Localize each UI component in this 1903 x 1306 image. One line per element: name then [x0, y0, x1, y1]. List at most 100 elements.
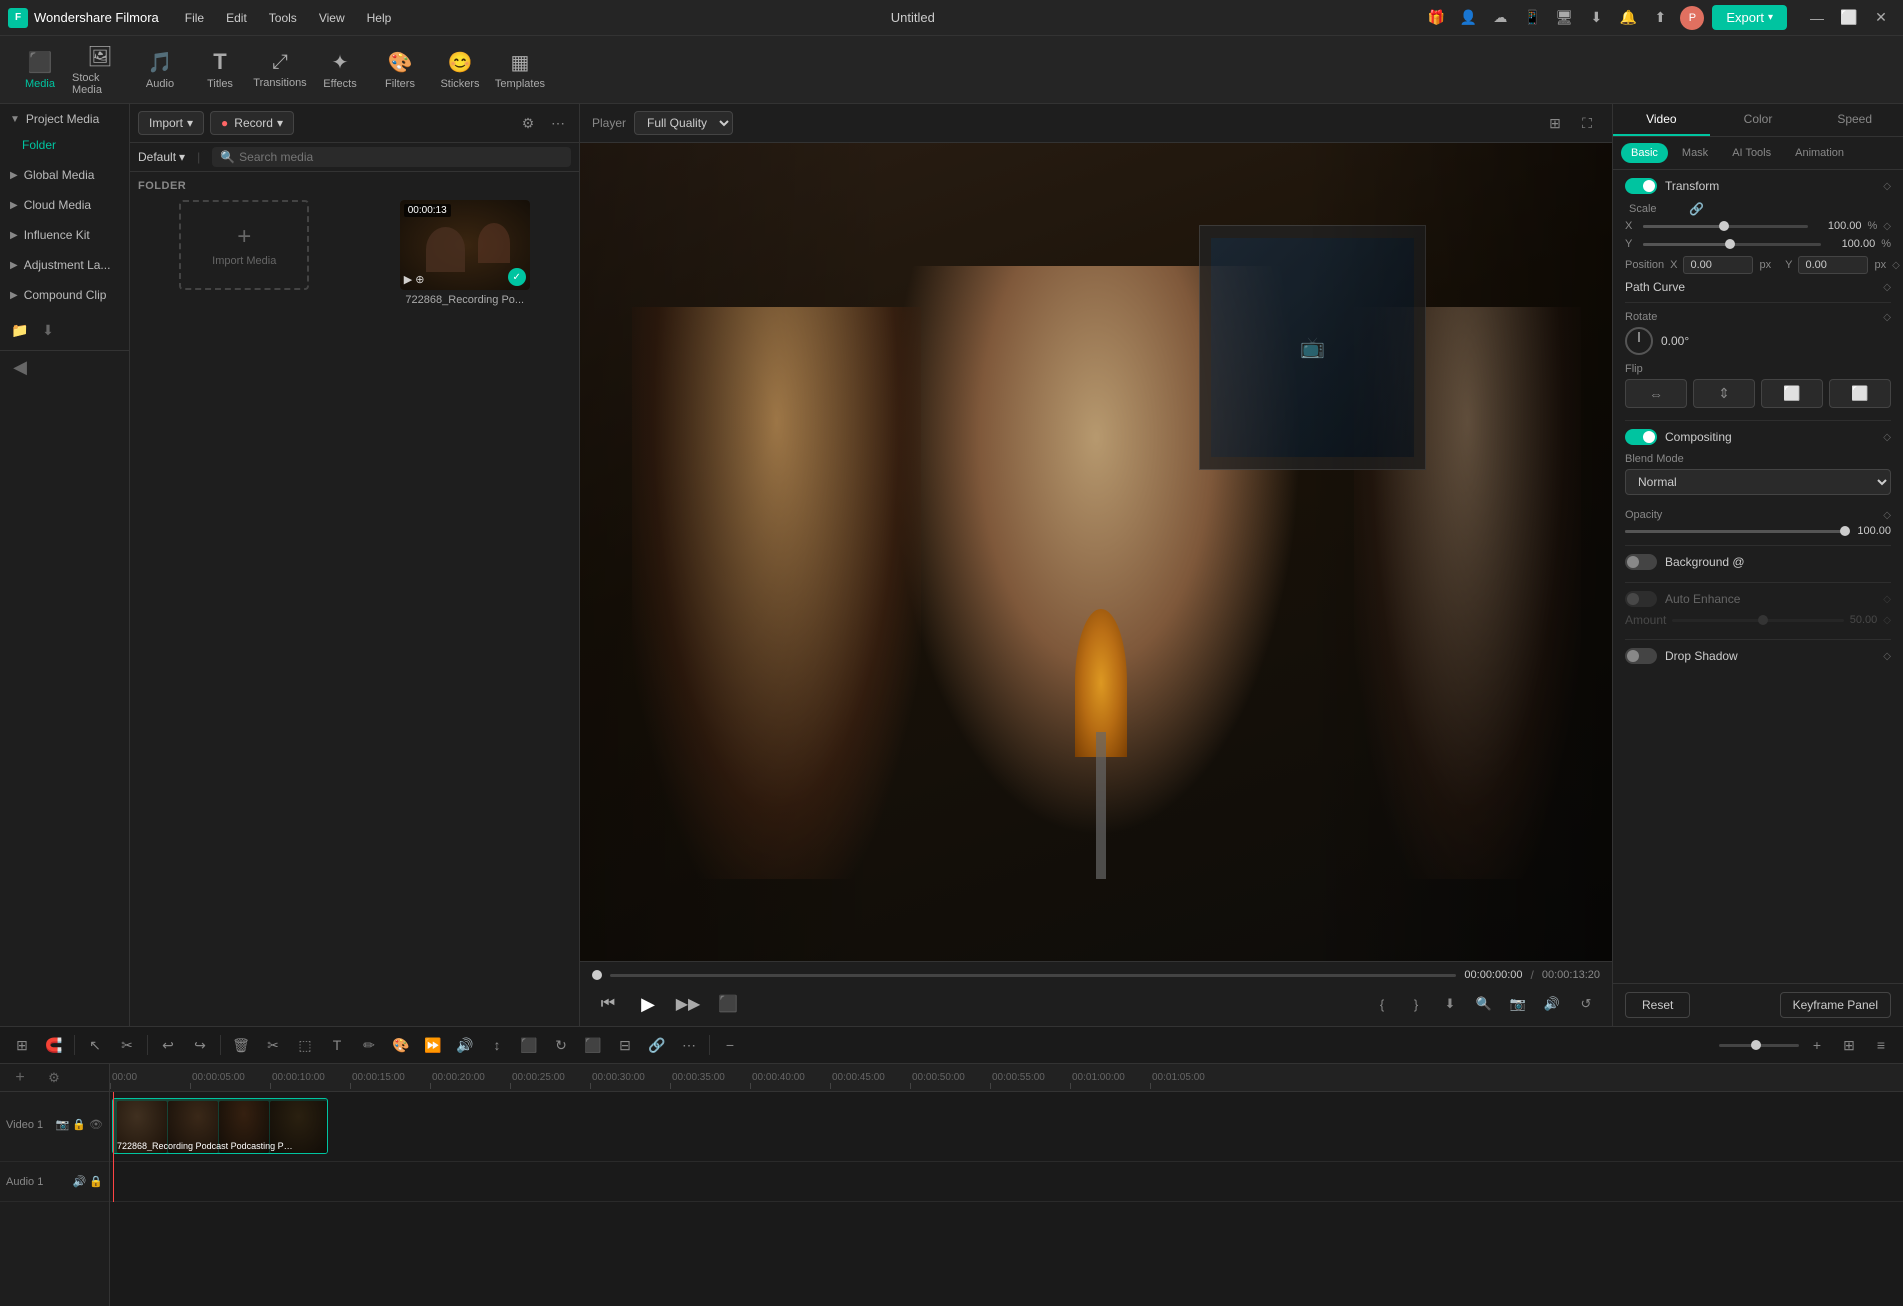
- cut-tool[interactable]: ✂: [259, 1031, 287, 1059]
- add-to-timeline-button[interactable]: ⬇: [1436, 990, 1464, 1018]
- rotate-keyframe-icon[interactable]: ◇: [1883, 312, 1891, 323]
- quality-select[interactable]: Full Quality 1/2 Quality 1/4 Quality: [634, 111, 733, 135]
- toolbar-templates[interactable]: ▦ Templates: [492, 40, 548, 100]
- track-settings-icon[interactable]: ⚙: [42, 1066, 66, 1090]
- tab-color[interactable]: Color: [1710, 104, 1807, 136]
- subtab-animation[interactable]: Animation: [1785, 143, 1854, 163]
- menu-edit[interactable]: Edit: [216, 7, 257, 29]
- redo-tool[interactable]: ↪: [186, 1031, 214, 1059]
- timeline-track[interactable]: [610, 974, 1456, 977]
- group-tool[interactable]: ⊟: [611, 1031, 639, 1059]
- zoom-button[interactable]: 🔍: [1470, 990, 1498, 1018]
- scale-y-slider[interactable]: [1643, 243, 1821, 246]
- grid-view-tool[interactable]: ⊞: [1835, 1031, 1863, 1059]
- tab-speed[interactable]: Speed: [1806, 104, 1903, 136]
- more-options-icon[interactable]: ⋯: [545, 110, 571, 136]
- sidebar-item-project-media[interactable]: ▼ Project Media: [0, 104, 129, 134]
- upgrade-icon[interactable]: ⬆: [1648, 6, 1672, 30]
- play-pause-button[interactable]: ▶: [632, 988, 664, 1020]
- add-media-tool[interactable]: ⊞: [8, 1031, 36, 1059]
- lock-scale-icon[interactable]: 🔗: [1689, 202, 1704, 216]
- flip-option-4-button[interactable]: ⬜: [1829, 379, 1891, 408]
- opacity-keyframe-icon[interactable]: ◇: [1883, 510, 1891, 521]
- sidebar-item-cloud-media[interactable]: ▶ Cloud Media: [0, 190, 129, 220]
- import-media-item[interactable]: + Import Media: [138, 200, 351, 306]
- add-video-track-button[interactable]: +: [6, 1064, 34, 1092]
- menu-file[interactable]: File: [175, 7, 214, 29]
- flip-vertical-button[interactable]: ⇕: [1693, 379, 1755, 408]
- filter-icon[interactable]: ⚙: [515, 110, 541, 136]
- menu-tools[interactable]: Tools: [259, 7, 307, 29]
- compositing-keyframe-icon[interactable]: ◇: [1883, 432, 1891, 443]
- toolbar-audio[interactable]: 🎵 Audio: [132, 40, 188, 100]
- toolbar-titles[interactable]: T Titles: [192, 40, 248, 100]
- position-x-input[interactable]: [1683, 256, 1753, 274]
- tab-video[interactable]: Video: [1613, 104, 1710, 136]
- video-clip[interactable]: 722868_Recording Podcast Podcasting Podc…: [112, 1098, 328, 1154]
- auto-enhance-keyframe-icon[interactable]: ◇: [1883, 594, 1891, 605]
- auto-caption-tool[interactable]: T: [323, 1031, 351, 1059]
- avatar[interactable]: P: [1680, 6, 1704, 30]
- toolbar-media[interactable]: ⬛ Media: [12, 40, 68, 100]
- volume-button[interactable]: 🔊: [1538, 990, 1566, 1018]
- undo-tool[interactable]: ↩: [154, 1031, 182, 1059]
- amount-keyframe-icon[interactable]: ◇: [1883, 615, 1891, 626]
- add-folder-icon[interactable]: 📁: [8, 318, 32, 342]
- maximize-button[interactable]: ⬜: [1835, 4, 1863, 32]
- zoom-plus-button[interactable]: +: [1803, 1031, 1831, 1059]
- drop-shadow-toggle[interactable]: [1625, 648, 1657, 664]
- rotate-dial[interactable]: [1625, 327, 1653, 355]
- audio-tool[interactable]: 🔊: [451, 1031, 479, 1059]
- path-curve-keyframe-icon[interactable]: ◇: [1883, 282, 1891, 293]
- mark-in-button[interactable]: {: [1368, 990, 1396, 1018]
- rotate-tool[interactable]: ↻: [547, 1031, 575, 1059]
- audio-lock-icon[interactable]: 🔒: [89, 1175, 103, 1188]
- import-button[interactable]: Import ▾: [138, 111, 204, 135]
- import-media-small-icon[interactable]: ⬇: [36, 318, 60, 342]
- snapshot-button[interactable]: 📷: [1504, 990, 1532, 1018]
- stop-button[interactable]: ⬛: [712, 988, 744, 1020]
- collapse-panel-icon[interactable]: ◀: [8, 355, 32, 379]
- gift-icon[interactable]: 🎁: [1424, 6, 1448, 30]
- timeline-handle[interactable]: [592, 970, 602, 980]
- toolbar-stickers[interactable]: 😊 Stickers: [432, 40, 488, 100]
- motion-tool[interactable]: ↕: [483, 1031, 511, 1059]
- sort-default-select[interactable]: Default ▾: [138, 150, 185, 164]
- toolbar-transitions[interactable]: ⤢ Transitions: [252, 40, 308, 100]
- keyframe-panel-button[interactable]: Keyframe Panel: [1780, 992, 1891, 1018]
- delete-tool[interactable]: 🗑: [227, 1031, 255, 1059]
- toolbar-effects[interactable]: ✦ Effects: [312, 40, 368, 100]
- phone-icon[interactable]: 📱: [1520, 6, 1544, 30]
- zoom-minus-button[interactable]: −: [716, 1031, 744, 1059]
- color-tool[interactable]: 🎨: [387, 1031, 415, 1059]
- sidebar-item-global-media[interactable]: ▶ Global Media: [0, 160, 129, 190]
- subtab-mask[interactable]: Mask: [1672, 143, 1718, 163]
- notification-icon[interactable]: 🔔: [1616, 6, 1640, 30]
- eye-track-icon[interactable]: 👁: [89, 1118, 103, 1131]
- sidebar-item-adjustment-la[interactable]: ▶ Adjustment La...: [0, 250, 129, 280]
- trim-tool[interactable]: ✂: [113, 1031, 141, 1059]
- position-y-input[interactable]: [1798, 256, 1868, 274]
- media-search-input[interactable]: [239, 150, 563, 164]
- speed-tool[interactable]: ⏩: [419, 1031, 447, 1059]
- scale-x-keyframe-icon[interactable]: ◇: [1883, 221, 1891, 232]
- list-view-tool[interactable]: ≡: [1867, 1031, 1895, 1059]
- fullscreen-icon[interactable]: ⛶: [1574, 110, 1600, 136]
- drop-shadow-keyframe-icon[interactable]: ◇: [1883, 651, 1891, 662]
- auto-enhance-toggle[interactable]: [1625, 591, 1657, 607]
- subtab-ai-tools[interactable]: AI Tools: [1722, 143, 1781, 163]
- menu-view[interactable]: View: [309, 7, 355, 29]
- draw-tool[interactable]: ✏: [355, 1031, 383, 1059]
- subtab-basic[interactable]: Basic: [1621, 143, 1668, 163]
- position-keyframe-icon[interactable]: ◇: [1892, 260, 1900, 271]
- flip-horizontal-button[interactable]: ⇔: [1625, 379, 1687, 408]
- opacity-slider[interactable]: [1625, 530, 1845, 533]
- snap-tool[interactable]: 🧲: [40, 1031, 68, 1059]
- lock-track-icon[interactable]: 🔒: [72, 1118, 86, 1131]
- download-icon[interactable]: ⬇: [1584, 6, 1608, 30]
- skip-forward-button[interactable]: ▶▶: [672, 988, 704, 1020]
- crop-tool[interactable]: ⬚: [291, 1031, 319, 1059]
- close-button[interactable]: ✕: [1867, 4, 1895, 32]
- skip-back-button[interactable]: ⏮: [592, 988, 624, 1020]
- blend-mode-select[interactable]: Normal Multiply Screen Overlay: [1625, 469, 1891, 495]
